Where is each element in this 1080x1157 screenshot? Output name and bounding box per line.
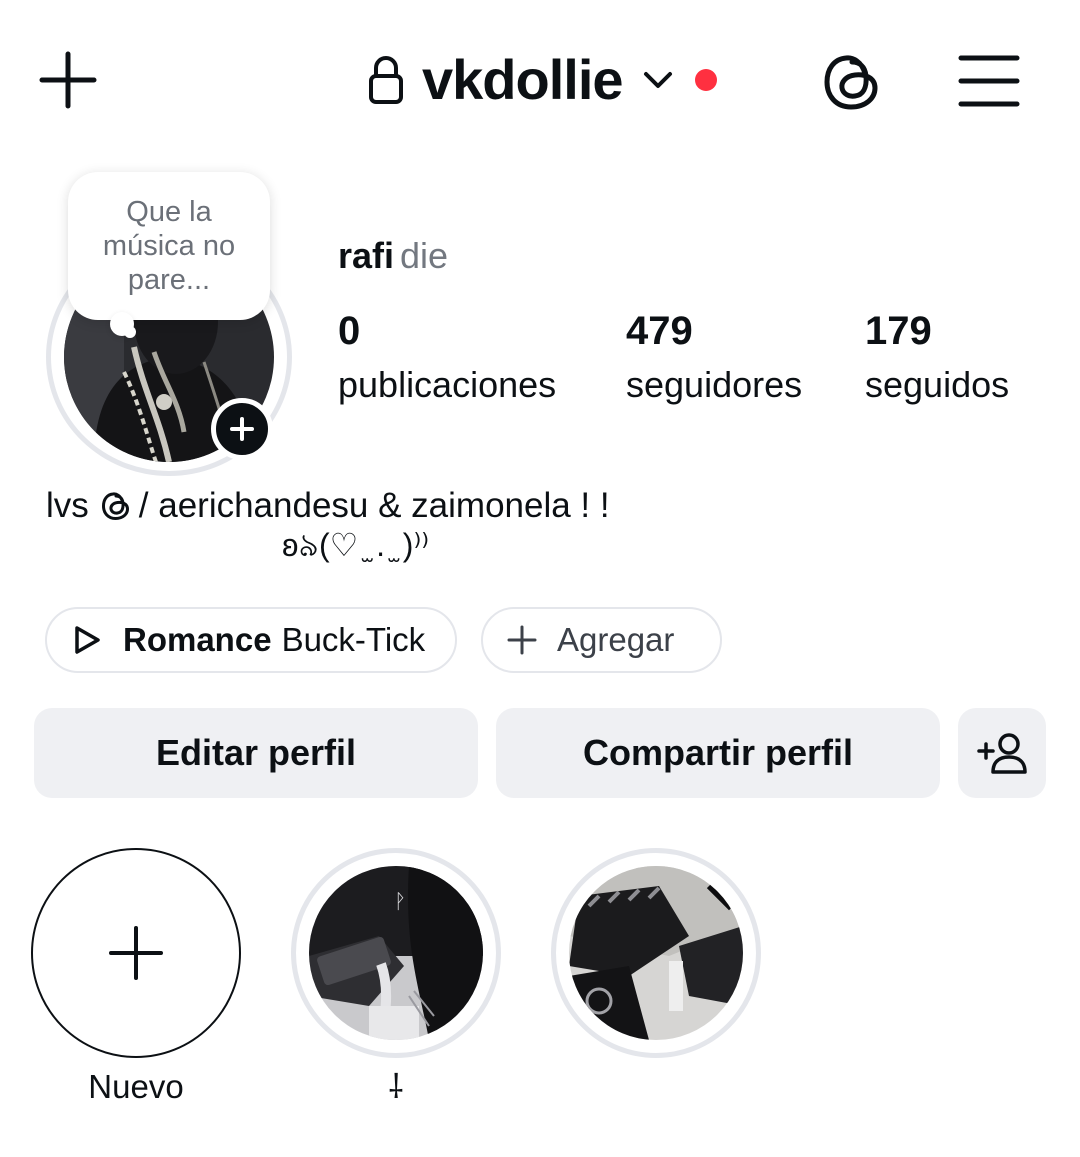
menu-icon[interactable] [958, 54, 1020, 108]
profile-name: rafi die [338, 232, 448, 280]
header-username: vkdollie [422, 48, 624, 111]
svg-text:ᚹ: ᚹ [394, 889, 406, 913]
music-song: Romance [123, 621, 272, 658]
note-text: Que la música no pare... [102, 196, 236, 296]
add-chip-button[interactable]: Agregar [481, 607, 722, 673]
stat-posts[interactable]: 0 publicaciones [338, 306, 556, 408]
stat-followers-value: 479 [626, 309, 693, 353]
stat-followers-label: seguidores [626, 364, 803, 405]
bio-text: / aerichandesu & zaimonela ! ! [138, 486, 610, 525]
notification-dot [694, 69, 717, 91]
stat-following-label: seguidos [865, 364, 1010, 405]
threads-icon[interactable] [101, 491, 131, 521]
profile-screen: vkdollie Que la música no pare... rafi d… [0, 0, 1080, 1157]
note-tail-small [124, 326, 136, 338]
highlight-ring [551, 848, 761, 1058]
bio-line-2: ʚ৯(♡ ̫ . ̫ )⁾⁾ [282, 527, 430, 563]
highlight-label-1: ⸸ [388, 1068, 404, 1105]
share-profile-label: Compartir perfil [582, 732, 854, 773]
plus-icon [230, 417, 254, 441]
stat-followers[interactable]: 479 seguidores [626, 306, 802, 408]
highlight-ring: ᚹ [291, 848, 501, 1058]
pronouns: die [400, 235, 449, 276]
highlight-item[interactable] [551, 848, 761, 1058]
plus-icon [507, 625, 537, 655]
note-bubble[interactable]: Que la música no pare... [68, 172, 270, 320]
plus-icon[interactable] [38, 50, 98, 110]
share-profile-button[interactable]: Compartir perfil [496, 708, 940, 798]
edit-profile-label: Editar perfil [155, 732, 357, 773]
highlight-item[interactable]: ᚹ [291, 848, 501, 1058]
music-chip[interactable]: Romance Buck-Tick [45, 607, 457, 673]
display-name: rafi [338, 235, 395, 276]
bio-prefix: lvs [46, 486, 89, 525]
highlight-cover [569, 866, 743, 1040]
stat-following[interactable]: 179 seguidos [865, 306, 1009, 408]
edit-profile-button[interactable]: Editar perfil [34, 708, 478, 798]
new-highlight-button[interactable] [31, 848, 241, 1058]
highlight-cover: ᚹ [309, 866, 483, 1040]
stat-following-value: 179 [865, 309, 932, 353]
highlight-label-new: Nuevo [88, 1068, 184, 1105]
discover-people-button[interactable] [958, 708, 1046, 798]
bio-line-1: lvs / aerichandesu & zaimonela ! ! [46, 484, 610, 528]
play-icon [75, 626, 100, 654]
add-chip-label: Agregar [557, 621, 675, 658]
plus-icon [109, 926, 163, 980]
lock-icon [369, 56, 403, 104]
stat-posts-label: publicaciones [338, 364, 557, 405]
add-story-button[interactable] [211, 398, 273, 460]
threads-icon[interactable] [822, 52, 882, 112]
chevron-down-icon [643, 72, 672, 88]
stat-posts-value: 0 [338, 309, 361, 353]
music-artist: Buck-Tick [281, 621, 426, 658]
add-user-icon [977, 733, 1027, 774]
account-switcher[interactable]: vkdollie [368, 48, 717, 112]
